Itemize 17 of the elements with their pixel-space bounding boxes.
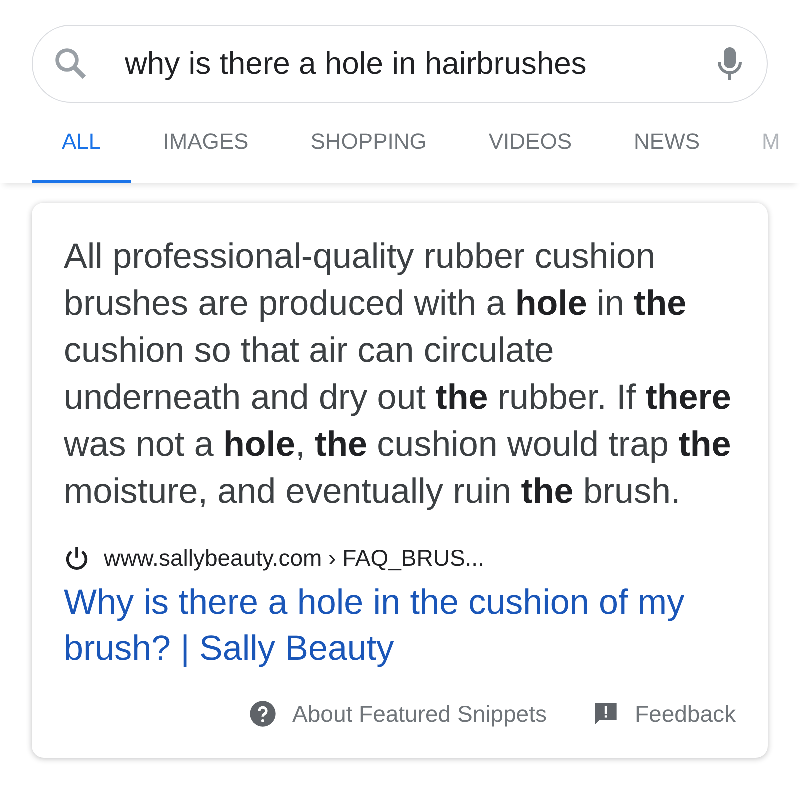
- result-link[interactable]: Why is there a hole in the cushion of my brush? | Sally Beauty: [64, 580, 736, 672]
- search-field[interactable]: why is there a hole in hairbrushes: [125, 46, 715, 82]
- feedback-icon: [592, 701, 619, 727]
- tab[interactable]: SHOPPING: [280, 103, 457, 183]
- power-icon: [64, 546, 90, 572]
- snippet-text: All professional-quality rubber cushion brushes are produced with a hole in the cushion so that air can circulate underneath and dry out the rubber. If there was not a hole, the cushion would trap the moisture, and eventually ruin the brush.: [64, 236, 732, 513]
- tab[interactable]: NEWS: [604, 103, 730, 183]
- microphone-icon[interactable]: [715, 46, 745, 82]
- tab[interactable]: VIDEOS: [458, 103, 602, 183]
- source-url: www.sallybeauty.com › FAQ_BRUS...: [104, 545, 484, 572]
- tab[interactable]: IMAGES: [133, 103, 279, 183]
- help-icon: [248, 700, 277, 728]
- search-bar[interactable]: why is there a hole in hairbrushes: [32, 25, 768, 103]
- about-snippets-link[interactable]: About Featured Snippets: [248, 700, 547, 728]
- tab[interactable]: ALL: [32, 103, 132, 183]
- search-icon: [53, 46, 89, 82]
- feedback-link[interactable]: Feedback: [592, 700, 736, 728]
